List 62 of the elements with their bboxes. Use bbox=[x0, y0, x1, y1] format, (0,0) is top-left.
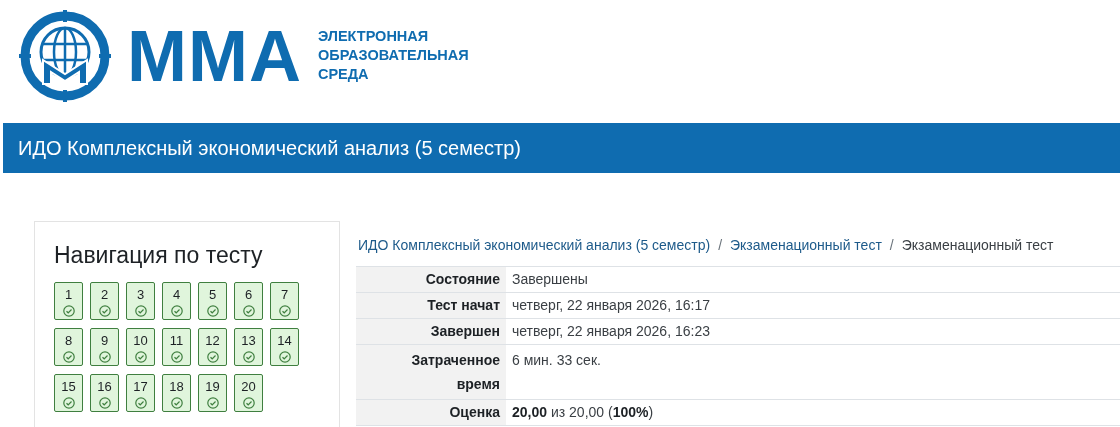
question-button[interactable]: 6 bbox=[234, 282, 263, 320]
summary-value: Завершены bbox=[512, 271, 588, 287]
check-circle-icon bbox=[206, 351, 219, 363]
summary-label: Состояние bbox=[424, 270, 500, 289]
summary-value: 20,00 из 20,00 (100%) bbox=[512, 404, 654, 420]
check-circle-icon bbox=[98, 397, 111, 409]
question-button[interactable]: 8 bbox=[54, 328, 83, 366]
check-circle-icon bbox=[206, 305, 219, 317]
question-button[interactable]: 1 bbox=[54, 282, 83, 320]
question-button[interactable]: 17 bbox=[126, 374, 155, 412]
question-button[interactable]: 4 bbox=[162, 282, 191, 320]
summary-label: Завершен bbox=[429, 322, 500, 341]
breadcrumb-current: Экзаменационный тест bbox=[901, 237, 1054, 253]
check-circle-icon bbox=[170, 351, 183, 363]
check-circle-icon bbox=[98, 351, 111, 363]
question-button[interactable]: 3 bbox=[126, 282, 155, 320]
logo-caption-line: ОБРАЗОВАТЕЛЬНАЯ bbox=[317, 46, 469, 65]
breadcrumb-separator: / bbox=[717, 237, 723, 253]
check-circle-icon bbox=[278, 305, 291, 317]
summary-value: четверг, 22 января 2026, 16:17 bbox=[512, 297, 710, 313]
question-button[interactable]: 16 bbox=[90, 374, 119, 412]
check-circle-icon bbox=[134, 351, 147, 363]
check-circle-icon bbox=[98, 305, 111, 317]
question-button[interactable]: 10 bbox=[126, 328, 155, 366]
check-circle-icon bbox=[134, 305, 147, 317]
check-circle-icon bbox=[62, 397, 75, 409]
logo-caption-line: СРЕДА bbox=[317, 65, 370, 84]
breadcrumb-link[interactable]: Экзаменационный тест bbox=[730, 237, 882, 253]
check-circle-icon bbox=[206, 397, 219, 409]
question-button[interactable]: 7 bbox=[270, 282, 299, 320]
question-button[interactable]: 18 bbox=[162, 374, 191, 412]
question-button[interactable]: 14 bbox=[270, 328, 299, 366]
question-button[interactable]: 20 bbox=[234, 374, 263, 412]
check-circle-icon bbox=[242, 351, 255, 363]
question-button[interactable]: 11 bbox=[162, 328, 191, 366]
check-circle-icon bbox=[278, 351, 291, 363]
question-button[interactable]: 2 bbox=[90, 282, 119, 320]
check-circle-icon bbox=[62, 305, 75, 317]
question-button[interactable]: 12 bbox=[198, 328, 227, 366]
check-circle-icon bbox=[242, 305, 255, 317]
logo-wordmark: ММА bbox=[127, 19, 302, 92]
breadcrumb-link[interactable]: ИДО Комплексный экономический анализ (5 семестр) bbox=[358, 237, 711, 253]
block-title: Навигация по тесту bbox=[54, 242, 264, 269]
check-circle-icon bbox=[170, 397, 183, 409]
question-button[interactable]: 9 bbox=[90, 328, 119, 366]
breadcrumb-separator: / bbox=[888, 237, 895, 253]
question-button[interactable]: 5 bbox=[198, 282, 227, 320]
summary-label: Тест начат bbox=[426, 296, 500, 315]
check-circle-icon bbox=[62, 351, 75, 363]
question-button[interactable]: 19 bbox=[198, 374, 227, 412]
logo-emblem-icon bbox=[17, 7, 113, 104]
question-button[interactable]: 15 bbox=[54, 374, 83, 412]
logo-caption-line: ЭЛЕКТРОННАЯ bbox=[317, 27, 430, 46]
summary-label: Затраченное время bbox=[410, 351, 500, 394]
course-title-bar: ИДО Комплексный экономический анализ (5 семестр) bbox=[3, 123, 1120, 173]
check-circle-icon bbox=[242, 397, 255, 409]
summary-value: четверг, 22 января 2026, 16:23 bbox=[512, 323, 710, 339]
summary-label: Оценка bbox=[448, 403, 500, 422]
check-circle-icon bbox=[170, 305, 183, 317]
summary-value: 6 мин. 33 сек. bbox=[512, 352, 601, 368]
question-button[interactable]: 13 bbox=[234, 328, 263, 366]
check-circle-icon bbox=[134, 397, 147, 409]
